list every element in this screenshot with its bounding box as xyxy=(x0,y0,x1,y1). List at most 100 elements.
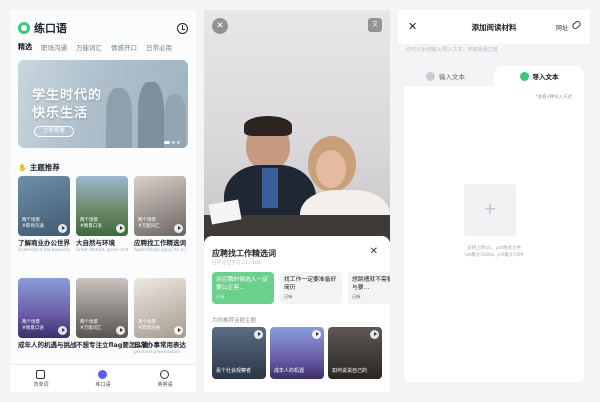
smile-icon xyxy=(160,369,170,379)
play-icon xyxy=(370,330,379,339)
topic-card[interactable]: 两个场景 #万能词汇 应聘找工作精选词 Applications apply fo… xyxy=(134,176,186,252)
watch-now-button[interactable]: 立即观看 xyxy=(34,126,75,137)
nav-english[interactable]: 英英语 xyxy=(157,369,173,388)
topic-card[interactable]: 两个场景 #职场沟通 了解商业办公世界 Understand the busine… xyxy=(18,176,70,252)
banner-person-image xyxy=(138,82,164,148)
upload-limit-hint: txt最大500kb, pdf最大10M xyxy=(464,253,523,258)
phrase-card[interactable]: 找工作一定要准备好简历 已听 xyxy=(280,272,342,304)
category-tabs: 精选 职场沟通 万能词汇 情感开口 日常必用 xyxy=(18,42,192,52)
close-icon[interactable]: ✕ xyxy=(370,246,378,257)
carousel-dots xyxy=(164,141,180,144)
banner-title-line1: 学生时代的 xyxy=(32,88,103,103)
upload-hint: 支持上传txt、pdf格式文件 xyxy=(467,246,521,251)
tab-featured[interactable]: 精选 xyxy=(18,42,32,52)
recommend-title: 为你推荐话题主题 xyxy=(212,318,257,324)
url-button[interactable]: 网址 xyxy=(556,23,568,32)
home-header: 练口语 xyxy=(18,20,188,36)
microphone-icon xyxy=(98,369,108,379)
topic-thumbnail: 两个场景 #职场沟通 xyxy=(18,176,70,236)
tab-emotion[interactable]: 情感开口 xyxy=(111,42,137,52)
person-hair-image xyxy=(244,116,292,136)
section-title-text: 主题推荐 xyxy=(29,163,60,172)
topic-title: 应聘找工作精选词 xyxy=(134,239,186,247)
interview-photo: ✕ 文 xyxy=(204,10,390,242)
sheet-title: 应聘找工作精选词 xyxy=(212,249,276,258)
home-panel: 练口语 精选 职场沟通 万能词汇 情感开口 日常必用 学生时代的 快乐生活 立即… xyxy=(10,10,196,392)
nav-speaking[interactable]: 练口语 xyxy=(95,369,111,388)
add-reading-panel: ✕ 添加阅读材料 网址 你可以手动输入/导入文本，开启阅读之旅 输入文本 导入文… xyxy=(398,10,590,392)
topic-thumbnail: 两个场景 #万能词汇 xyxy=(76,278,128,338)
topic-title: 成年人的机遇与挑战 xyxy=(18,341,77,349)
play-icon xyxy=(116,224,125,233)
topic-title: 不想专注立flag要怎么说 xyxy=(76,341,149,349)
play-icon xyxy=(58,326,67,335)
topic-subtitle: Green Nature, green matter xyxy=(76,247,128,252)
plus-icon: + xyxy=(483,199,497,218)
tab-workplace[interactable]: 职场沟通 xyxy=(41,42,67,52)
play-icon xyxy=(58,224,67,233)
translate-icon[interactable]: 文 xyxy=(368,18,382,32)
nav-vocabulary[interactable]: 背单词 xyxy=(33,369,49,388)
phrase-card[interactable]: 对应聘的候选人一定要公正客… 已听 xyxy=(212,272,274,304)
tab-vocabulary[interactable]: 万能词汇 xyxy=(76,42,102,52)
phrase-meta: 已听 xyxy=(216,294,225,299)
add-reading-header: ✕ 添加阅读材料 网址 xyxy=(398,10,590,44)
close-icon[interactable]: ✕ xyxy=(212,18,228,34)
import-methods-link[interactable]: *查看3种导入方式 xyxy=(535,94,572,100)
video-panel: ✕ 文 应聘找工作精选词 ✕ 已学习 已学习 21 / 100 对应聘的候选人一… xyxy=(204,10,390,392)
section-title: ✋ 主题推荐 xyxy=(18,162,60,173)
video-card[interactable]: 如何说说自己的 xyxy=(328,327,382,379)
phrase-meta: 已听 xyxy=(352,294,361,299)
video-title: 成年人的机遇 xyxy=(274,368,305,374)
person-shirt-image xyxy=(262,168,278,208)
topic-card[interactable]: 两个场景 #万能词汇 不想专注立flag要怎么说 xyxy=(76,278,149,349)
phrase-sheet: 应聘找工作精选词 ✕ 已学习 已学习 21 / 100 对应聘的候选人一定要公正… xyxy=(204,236,390,392)
tab-daily[interactable]: 日常必用 xyxy=(146,42,172,52)
phrase-meta: 已听 xyxy=(284,294,293,299)
import-area: *查看3种导入方式 + 支持上传txt、pdf格式文件 txt最大500kb, … xyxy=(404,86,584,382)
topic-card[interactable]: 两个场景 #职场沟通 日常办事常用表达 personal presentation xyxy=(134,278,186,354)
play-icon xyxy=(312,330,321,339)
person-head-image xyxy=(316,150,346,188)
phrase-card[interactable]: 想跳槽就不需要与要… 已听 xyxy=(348,272,390,304)
hand-icon: ✋ xyxy=(18,163,27,172)
play-icon xyxy=(116,326,125,335)
import-icon xyxy=(519,71,529,81)
tab-input-text-label: 输入文本 xyxy=(439,73,465,81)
topic-thumbnail: 两个场景 #情景口语 xyxy=(18,278,70,338)
history-clock-icon[interactable] xyxy=(177,22,188,34)
bottom-nav: 背单词 练口语 英英语 xyxy=(10,364,196,392)
pencil-icon xyxy=(426,71,435,81)
topic-thumbnail: 两个场景 #情景口语 xyxy=(76,176,128,236)
video-title: 如何说说自己的 xyxy=(332,368,368,374)
banner-person-image xyxy=(106,88,132,148)
input-hint: 你可以手动输入/导入文本，开启阅读之旅 xyxy=(406,47,498,53)
play-icon xyxy=(254,330,263,339)
tab-input-text[interactable]: 输入文本 xyxy=(426,66,465,86)
topic-subtitle: Applications apply for a job xyxy=(134,247,186,252)
topic-title: 日常办事常用表达 xyxy=(134,341,186,349)
play-icon xyxy=(174,224,183,233)
book-icon xyxy=(36,369,46,379)
video-card[interactable]: 看个社会观察者 xyxy=(212,327,266,379)
topic-thumbnail: 两个场景 #职场沟通 xyxy=(134,278,186,338)
topic-title: 大自然与环境 xyxy=(76,239,115,247)
banner-person-image xyxy=(164,94,186,148)
video-title: 看个社会观察者 xyxy=(216,368,252,374)
topic-title: 了解商业办公世界 xyxy=(18,239,70,247)
banner-title-line2: 快乐生活 xyxy=(32,106,89,121)
progress-text: 已学习 已学习 21 / 100 xyxy=(212,261,261,266)
input-mode-tabs: 输入文本 导入文本 xyxy=(398,66,590,86)
topic-subtitle: personal presentation xyxy=(134,349,180,354)
tab-import-text-label: 导入文本 xyxy=(532,73,559,81)
phrase-text: 想跳槽就不需要与要… xyxy=(352,277,390,291)
video-card[interactable]: 成年人的机遇 xyxy=(270,327,324,379)
phrase-text: 对应聘的候选人一定要公正客… xyxy=(216,277,269,291)
featured-banner[interactable]: 学生时代的 快乐生活 立即观看 xyxy=(18,60,188,148)
tab-import-text[interactable]: 导入文本 xyxy=(494,66,584,86)
app-title: 练口语 xyxy=(34,22,67,35)
topic-card[interactable]: 两个场景 #情景口语 成年人的机遇与挑战 xyxy=(18,278,77,349)
play-icon xyxy=(174,326,183,335)
upload-button[interactable]: + xyxy=(464,184,516,236)
topic-card[interactable]: 两个场景 #情景口语 大自然与环境 Green Nature, green mat… xyxy=(76,176,128,252)
